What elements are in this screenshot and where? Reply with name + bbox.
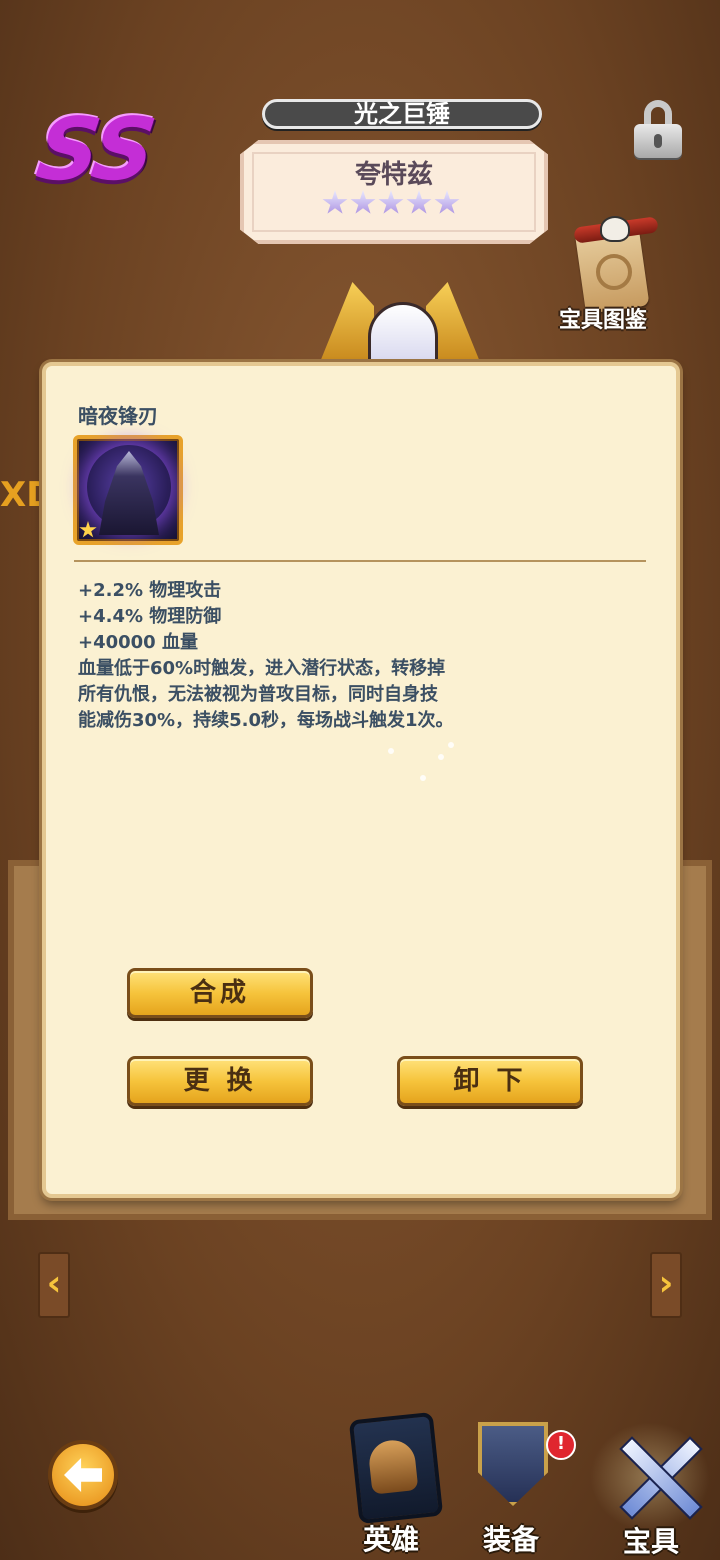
hero-card-icon: [346, 1411, 444, 1525]
skill-description-line: 能减伤30%，持续5.0秒，每场战斗触发1次。: [78, 710, 454, 731]
star-icon: [406, 190, 432, 214]
nav-tab-hero[interactable]: 英雄: [336, 1411, 446, 1556]
nav-tab-treasure[interactable]: 宝具: [590, 1422, 710, 1558]
sparkle: [420, 775, 426, 781]
item-stats: +2.2% 物理攻击 +4.4% 物理防御 +40000 血量 血量低于60%时…: [78, 578, 638, 734]
skill-description-line: 所有仇恨，无法被视为普攻目标，同时自身技: [78, 684, 438, 705]
unequip-button[interactable]: 卸 下: [397, 1056, 583, 1106]
sparkle: [448, 742, 454, 748]
back-arrow-icon: [64, 1458, 102, 1492]
crossed-swords-icon: [606, 1428, 703, 1528]
star-icon: [378, 190, 404, 214]
star-icon: [434, 190, 460, 214]
nav-tab-label: 宝具: [622, 1525, 679, 1558]
previous-arrow-button[interactable]: ‹: [38, 1252, 70, 1318]
skill-description-line: 血量低于60%时触发，进入潜行状态，转移掉: [78, 658, 446, 679]
sparkle: [438, 754, 444, 760]
stat-line: +2.2% 物理攻击: [78, 580, 222, 601]
stat-line: +40000 血量: [78, 632, 198, 653]
compose-button[interactable]: 合成: [127, 968, 313, 1018]
treasure-title: 光之巨锤: [262, 99, 542, 129]
alert-badge: !: [546, 1430, 576, 1460]
divider: [74, 560, 646, 562]
stat-line: +4.4% 物理防御: [78, 606, 222, 627]
hero-name: 夸特兹: [354, 160, 433, 190]
item-star-icon: [79, 521, 97, 538]
treasure-collection-label[interactable]: 宝具图鉴: [548, 302, 658, 334]
item-name: 暗夜锋刃: [78, 404, 158, 428]
nav-tab-equipment[interactable]: ! 装备: [456, 1412, 576, 1556]
hero-figure: [310, 282, 490, 366]
replace-button[interactable]: 更 换: [127, 1056, 313, 1106]
star-icon: [350, 190, 376, 214]
lock-icon[interactable]: [634, 100, 682, 160]
item-icon: [73, 435, 183, 545]
treasure-collection-scroll-icon[interactable]: [566, 212, 662, 315]
rank-badge: SS: [30, 100, 158, 200]
star-icon: [322, 190, 348, 214]
nav-tab-label: 英雄: [362, 1523, 419, 1556]
next-arrow-button[interactable]: ›: [650, 1252, 682, 1318]
hero-star-rating: [322, 190, 462, 224]
equipment-shield-icon: !: [466, 1412, 576, 1512]
back-button[interactable]: [48, 1440, 118, 1510]
nav-tab-label: 装备: [482, 1523, 539, 1556]
sparkle: [388, 748, 394, 754]
